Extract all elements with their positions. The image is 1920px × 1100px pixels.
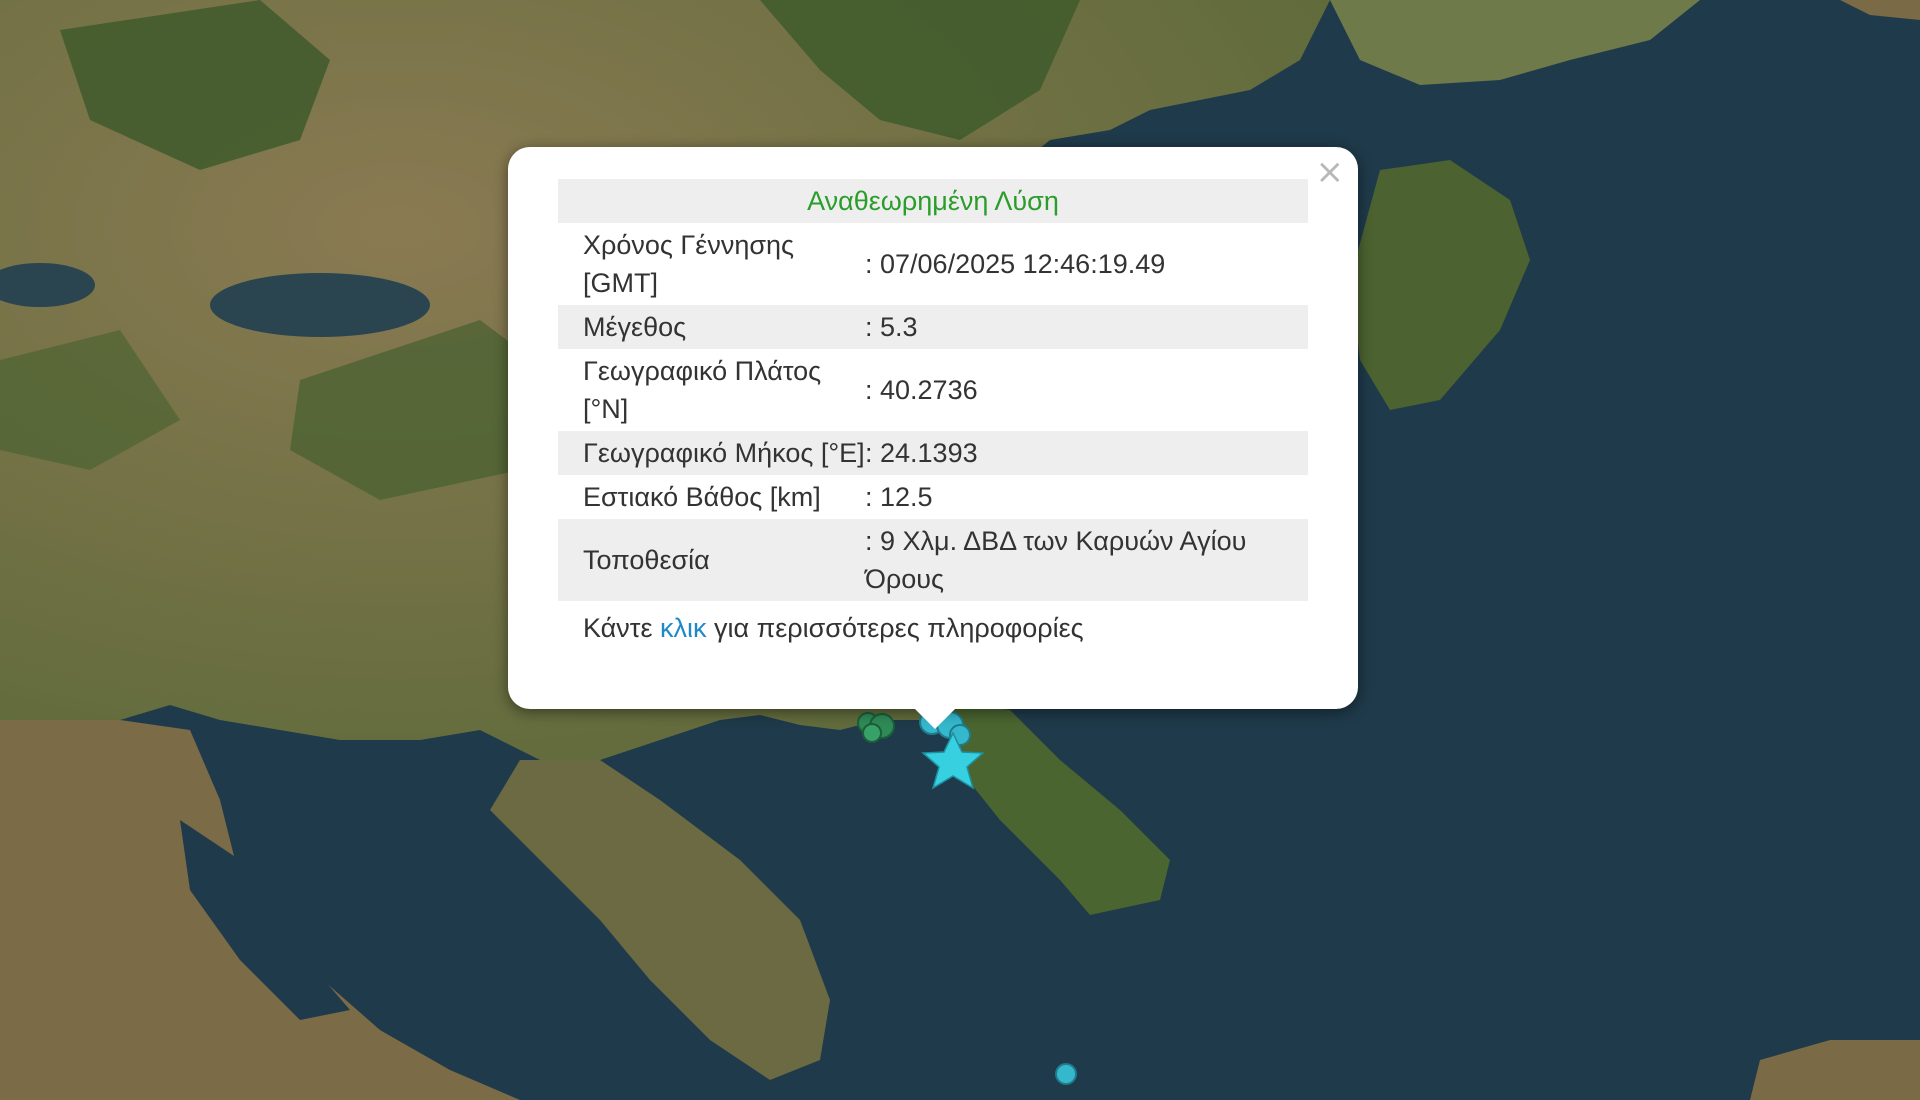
location-label: Τοποθεσία xyxy=(558,519,865,601)
origin-time-label: Χρόνος Γέννησης [GMT] xyxy=(583,230,795,298)
more-info-link[interactable]: κλικ xyxy=(660,613,707,643)
depth-value: : 12.5 xyxy=(865,482,933,512)
event-circle-icon[interactable] xyxy=(1055,1063,1077,1085)
origin-time-value: : 07/06/2025 12:46:19.49 xyxy=(865,249,1166,279)
more-info-suffix: για περισσότερες πληροφορίες xyxy=(706,613,1084,643)
more-info-text: Κάντε κλικ για περισσότερες πληροφορίες xyxy=(558,601,1308,650)
latitude-value: : 40.2736 xyxy=(865,375,978,405)
epicenter-star-icon[interactable] xyxy=(921,731,985,790)
magnitude-value: : 5.3 xyxy=(865,305,1308,349)
event-popup: × Αναθεωρημένη Λύση Χρόνος Γέννησης [GMT… xyxy=(508,147,1358,729)
longitude-label: Γεωγραφικό Μήκος [°E] xyxy=(558,431,865,475)
popup-title: Αναθεωρημένη Λύση xyxy=(558,179,1308,223)
close-icon[interactable]: × xyxy=(1316,155,1345,189)
popup-tip xyxy=(913,707,957,729)
magnitude-label: Μέγεθος xyxy=(558,305,865,349)
latitude-label: Γεωγραφικό Πλάτος [°N] xyxy=(583,356,822,424)
longitude-value: : 24.1393 xyxy=(865,431,1308,475)
event-circle-icon[interactable] xyxy=(862,723,882,743)
more-info-prefix: Κάντε xyxy=(583,613,660,643)
location-value: : 9 Χλμ. ΔΒΔ των Καρυών Αγίου Όρους xyxy=(865,519,1308,601)
event-info-table: Αναθεωρημένη Λύση Χρόνος Γέννησης [GMT] … xyxy=(558,179,1308,650)
depth-label: Εστιακό Βάθος [km] xyxy=(583,482,821,512)
